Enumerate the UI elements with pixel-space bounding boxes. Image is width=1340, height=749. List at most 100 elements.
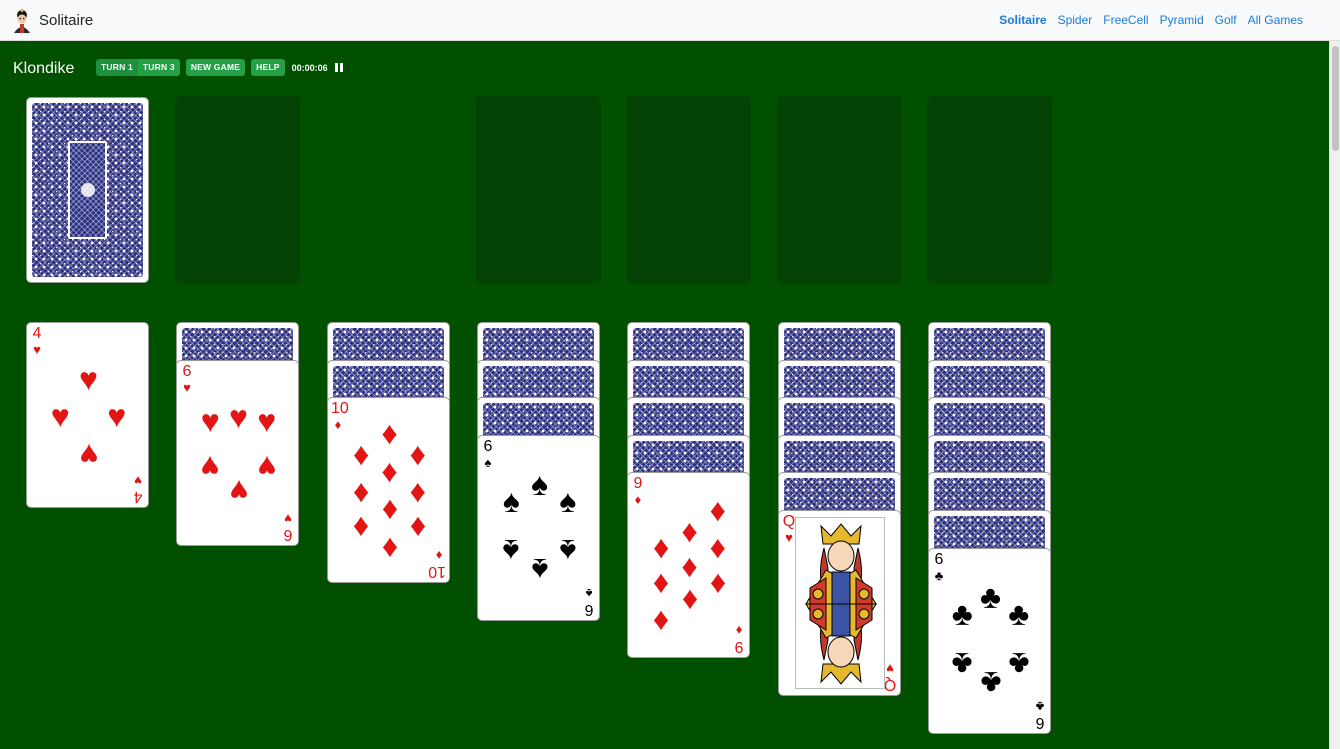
diamonds-icon: ♦ (709, 529, 726, 566)
diamonds-icon: ♦ (334, 417, 342, 432)
nav-link-spider[interactable]: Spider (1058, 13, 1093, 27)
card-rank: 9 (734, 638, 744, 655)
nav-link-all-games[interactable]: All Games (1248, 13, 1303, 27)
card-rank: 6 (182, 363, 192, 380)
waste-slot[interactable] (175, 96, 300, 283)
card-rank: 9 (633, 475, 643, 492)
diamonds-icon: ♦ (353, 510, 370, 547)
hearts-icon: ♥ (33, 342, 41, 357)
new-game-button[interactable]: NEW GAME (185, 59, 246, 76)
spades-icon: ♠ (559, 533, 577, 570)
card-corner-index: 10 ♦ (428, 548, 446, 580)
queen-face-art (795, 517, 885, 689)
card-rank: 4 (133, 488, 143, 505)
spades-icon: ♠ (559, 483, 577, 520)
diamonds-icon: ♦ (381, 452, 398, 489)
card-corner-index: 6 ♥ (180, 363, 194, 395)
turn-3-button[interactable]: TURN 3 (137, 59, 180, 76)
tableau-2-card-6-of-hearts[interactable]: 6 ♥ 6 ♥ ♥ ♥ ♥ ♥ ♥ ♥ (176, 360, 299, 546)
diamonds-icon: ♦ (409, 510, 426, 547)
diamonds-icon: ♦ (353, 473, 370, 509)
hearts-icon: ♥ (785, 530, 793, 545)
diamonds-icon: ♦ (381, 530, 398, 567)
card-corner-index: 10 ♦ (331, 400, 349, 432)
foundation-slot-3[interactable] (777, 96, 902, 283)
diamonds-icon: ♦ (653, 566, 670, 603)
nav-link-pyramid[interactable]: Pyramid (1160, 13, 1204, 27)
brand-text: Solitaire (39, 12, 94, 29)
hearts-icon: ♥ (107, 398, 127, 434)
hearts-icon: ♥ (229, 398, 248, 435)
card-rank: 4 (32, 325, 42, 342)
clubs-icon: ♣ (951, 646, 973, 683)
diamonds-icon: ♦ (381, 415, 398, 452)
card-rank: 6 (584, 601, 594, 618)
diamonds-icon: ♦ (353, 435, 370, 472)
nav-link-solitaire[interactable]: Solitaire (999, 13, 1046, 27)
diamonds-icon: ♦ (409, 473, 426, 509)
hearts-icon: ♥ (79, 360, 98, 397)
spades-icon: ♠ (502, 483, 520, 520)
game-title: Klondike (13, 60, 75, 77)
card-rank: Q (883, 676, 897, 693)
card-corner-index: 9 ♦ (732, 623, 746, 655)
stock-pile[interactable] (26, 97, 149, 283)
clubs-icon: ♣ (1008, 596, 1030, 633)
card-rank: 6 (483, 438, 493, 455)
hearts-icon: ♥ (257, 449, 277, 486)
brand[interactable]: Solitaire (10, 8, 93, 33)
diamonds-icon: ♦ (681, 548, 698, 584)
spades-icon: ♠ (585, 586, 593, 601)
nav-link-golf[interactable]: Golf (1215, 13, 1237, 27)
clubs-icon: ♣ (980, 664, 1001, 701)
game-toolbar: TURN 1 TURN 3 NEW GAME HELP 00:00:06 (96, 59, 343, 76)
card-corner-index: 4 ♥ (30, 325, 44, 357)
diamonds-icon: ♦ (653, 529, 670, 566)
card-rank: 10 (331, 400, 349, 417)
clubs-icon: ♣ (951, 596, 973, 633)
card-corner-index: 4 ♥ (131, 473, 145, 505)
diamonds-icon: ♦ (435, 548, 443, 563)
tableau-5-card-9-of-diamonds[interactable]: 9 ♦ 9 ♦ ♦ ♦ ♦ ♦ ♦ ♦ ♦ ♦ ♦ (627, 472, 750, 658)
jester-logo-icon (10, 8, 34, 33)
turn-1-button[interactable]: TURN 1 (96, 59, 138, 76)
scroll-thumb[interactable] (1332, 46, 1339, 151)
foundation-slot-1[interactable] (476, 96, 601, 283)
hearts-icon: ♥ (183, 380, 191, 395)
hearts-icon: ♥ (886, 661, 894, 676)
diamonds-icon: ♦ (409, 435, 426, 472)
nav-link-freecell[interactable]: FreeCell (1103, 13, 1148, 27)
diamonds-icon: ♦ (381, 493, 398, 530)
card-corner-index: 6 ♥ (281, 511, 295, 543)
hearts-icon: ♥ (229, 473, 248, 510)
card-rank: Q (782, 513, 796, 530)
foundation-slot-2[interactable] (626, 96, 751, 283)
card-corner-index: 6 ♣ (1033, 699, 1047, 731)
diamonds-icon: ♦ (735, 623, 743, 638)
page-scrollbar[interactable] (1329, 41, 1340, 749)
diamonds-icon: ♦ (653, 603, 670, 640)
help-button[interactable]: HELP (251, 59, 285, 76)
tableau-7-card-6-of-clubs[interactable]: 6 ♣ 6 ♣ ♣ ♣ ♣ ♣ ♣ ♣ (928, 548, 1051, 734)
card-corner-index: 6 ♠ (481, 438, 495, 470)
tableau-4-card-6-of-spades[interactable]: 6 ♠ 6 ♠ ♠ ♠ ♠ ♠ ♠ ♠ (477, 435, 600, 621)
draw-mode-group: TURN 1 TURN 3 (96, 59, 180, 76)
diamonds-icon: ♦ (681, 512, 698, 549)
clubs-icon: ♣ (980, 579, 1001, 616)
foundation-slot-4[interactable] (927, 96, 1052, 283)
hearts-icon: ♥ (200, 402, 220, 439)
card-rank: 6 (934, 551, 944, 568)
spades-icon: ♠ (531, 466, 548, 503)
spades-icon: ♠ (502, 533, 520, 570)
pause-icon[interactable] (334, 63, 343, 72)
card-corner-index: 6 ♠ (582, 586, 596, 618)
card-corner-index: 6 ♣ (932, 551, 946, 583)
game-timer: 00:00:06 (291, 62, 328, 73)
clubs-icon: ♣ (1008, 646, 1030, 683)
tableau-1-card-4-of-hearts[interactable]: 4 ♥ 4 ♥ ♥ ♥ ♥ ♥ (26, 322, 149, 508)
diamonds-icon: ♦ (681, 583, 698, 620)
tableau-6-card-Q-of-hearts[interactable]: Q ♥ Q ♥ (778, 510, 901, 696)
tableau-3-card-10-of-diamonds[interactable]: 10 ♦ 10 ♦ ♦ ♦ ♦ ♦ ♦ ♦ ♦ ♦ ♦ ♦ (327, 397, 450, 583)
card-corner-index: Q ♥ (883, 661, 897, 693)
hearts-icon: ♥ (284, 511, 292, 526)
